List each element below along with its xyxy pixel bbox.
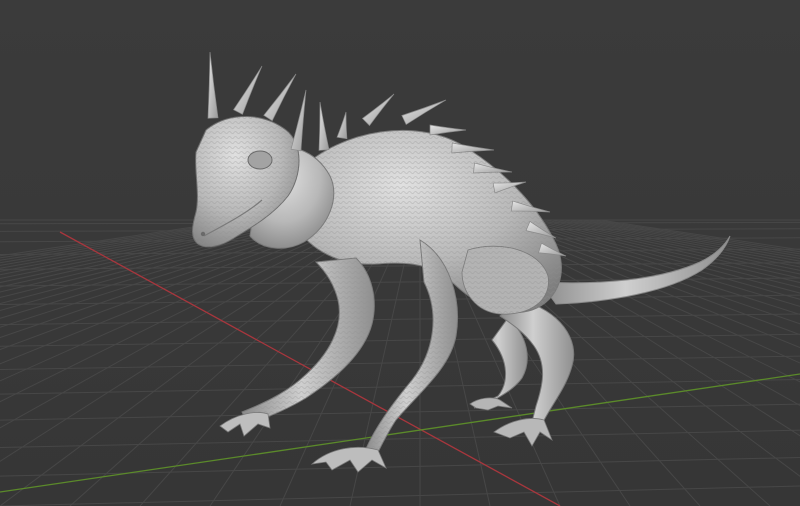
grid-line xyxy=(0,219,355,365)
grid-line xyxy=(0,219,241,257)
hind-foot-near xyxy=(493,418,553,447)
grid-line xyxy=(0,219,259,264)
grid-line xyxy=(0,456,800,477)
creature-eye xyxy=(247,150,273,170)
spike xyxy=(233,65,263,115)
viewport-scene[interactable] xyxy=(0,0,800,506)
spike xyxy=(429,124,467,136)
grid-line xyxy=(0,219,337,328)
creature-nostril xyxy=(200,231,206,237)
spike xyxy=(318,101,330,151)
grid-line xyxy=(0,355,800,370)
grid-line xyxy=(0,485,800,506)
spike xyxy=(451,142,495,154)
3d-viewport[interactable] xyxy=(0,0,800,506)
spike xyxy=(207,51,219,119)
spike xyxy=(473,162,513,174)
spike xyxy=(401,99,447,126)
grid-line xyxy=(0,219,253,261)
spike xyxy=(510,200,551,213)
spike xyxy=(361,93,395,127)
hind-foot-far xyxy=(469,397,513,411)
spike xyxy=(336,111,348,140)
grid-line xyxy=(0,333,800,347)
spike xyxy=(263,73,297,122)
spike xyxy=(290,89,307,152)
grid-line xyxy=(0,219,325,312)
